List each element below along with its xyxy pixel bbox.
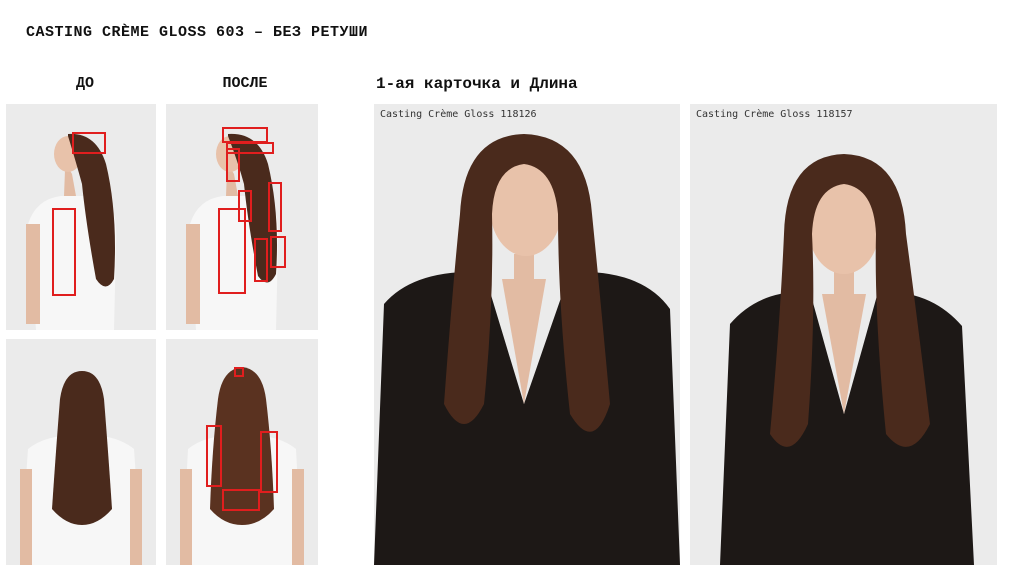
before-back-illustration — [6, 339, 156, 565]
card-label: Casting Crème Gloss 118126 — [380, 109, 537, 120]
retouch-marker — [222, 127, 268, 143]
before-back-photo — [6, 339, 156, 565]
retouch-marker — [254, 238, 268, 282]
retouch-marker — [222, 489, 260, 511]
card-photo-1: Casting Crème Gloss 118126 — [374, 104, 680, 565]
card-photo-2: Casting Crème Gloss 118157 — [690, 104, 997, 565]
retouch-marker — [218, 208, 246, 294]
after-profile-photo — [166, 104, 318, 330]
before-profile-photo — [6, 104, 156, 330]
retouch-marker — [260, 431, 278, 493]
retouch-marker — [72, 132, 106, 154]
portrait-illustration-1 — [374, 104, 680, 565]
retouch-marker — [234, 367, 244, 377]
card-label: Casting Crème Gloss 118157 — [696, 109, 853, 120]
after-back-photo — [166, 339, 318, 565]
retouch-marker — [226, 148, 240, 182]
slide-title: CASTING CRÈME GLOSS 603 – БЕЗ РЕТУШИ — [26, 24, 369, 41]
retouch-marker — [206, 425, 222, 487]
retouch-marker — [52, 208, 76, 296]
section-label: 1-ая карточка и Длина — [376, 75, 578, 93]
retouch-marker — [270, 236, 286, 268]
after-label: ПОСЛЕ — [222, 75, 268, 92]
retouch-marker — [268, 182, 282, 232]
portrait-illustration-2 — [690, 104, 997, 565]
before-label: ДО — [75, 75, 94, 92]
